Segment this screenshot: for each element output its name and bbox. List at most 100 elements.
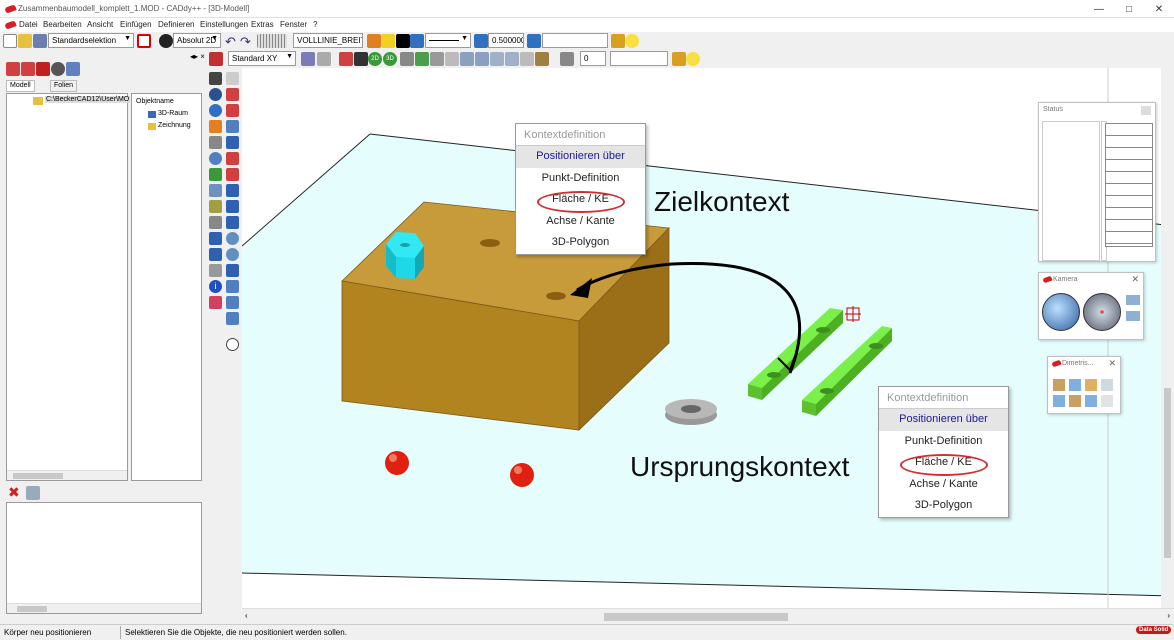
lightbulb-2-icon[interactable] — [686, 52, 700, 66]
menu-help[interactable]: ? — [313, 20, 317, 29]
tree-icon-5[interactable] — [66, 62, 80, 76]
properties-icon[interactable] — [26, 486, 40, 500]
tool-d-icon[interactable] — [226, 152, 239, 165]
sphere-icon[interactable] — [209, 88, 222, 101]
sphere-2[interactable] — [510, 463, 534, 487]
panel-pin-icon[interactable]: ◂▸ × — [190, 52, 205, 61]
object-3d-raum[interactable]: 3D-Raum — [158, 110, 188, 117]
menu-item-3d-polygon[interactable]: 3D-Polygon — [516, 232, 645, 254]
pencil-icon[interactable] — [209, 120, 222, 133]
tool-s-icon[interactable] — [226, 312, 239, 325]
zoom-all-icon[interactable] — [490, 52, 504, 66]
tree-scrollbar[interactable] — [7, 470, 127, 480]
view-cube-5[interactable] — [1053, 395, 1065, 407]
sphere-1[interactable] — [385, 451, 409, 475]
tool-q-icon[interactable] — [226, 296, 239, 309]
tool-m-icon[interactable] — [226, 232, 239, 245]
dimetric-window[interactable]: Dimetris... ✕ — [1047, 356, 1121, 414]
dimetric-close-icon[interactable]: ✕ — [1108, 358, 1116, 369]
grid-icon[interactable] — [257, 34, 287, 48]
view-cube-4[interactable] — [1101, 379, 1113, 391]
view-3d-icon[interactable]: 3D — [383, 52, 397, 66]
color-palette-icon[interactable] — [381, 34, 395, 48]
camera-close-icon[interactable]: ✕ — [1131, 274, 1139, 285]
tool-e-icon[interactable] — [226, 168, 239, 181]
fill-color-swatch[interactable] — [560, 52, 574, 66]
remove-icon[interactable] — [226, 88, 239, 101]
pen-icon[interactable] — [209, 52, 223, 66]
tool-l-icon[interactable] — [209, 232, 222, 245]
menu-item-3d-polygon[interactable]: 3D-Polygon — [879, 495, 1008, 517]
redo-icon[interactable]: ↷ — [240, 34, 254, 49]
status-window[interactable]: Status — [1038, 102, 1156, 262]
menu-item-positionieren[interactable]: Positionieren über — [879, 409, 1008, 431]
tool-b-icon[interactable] — [226, 136, 239, 149]
tool-k-icon[interactable] — [226, 216, 239, 229]
menu-bearbeiten[interactable]: Bearbeiten — [43, 20, 82, 29]
menu-definieren[interactable]: Definieren — [158, 20, 194, 29]
minimize-icon[interactable]: — — [1084, 0, 1114, 18]
plane-select[interactable]: Standard XY ▼ — [228, 51, 296, 66]
status-close-icon[interactable] — [1141, 106, 1151, 115]
snap-icon[interactable] — [301, 52, 315, 66]
text-icon[interactable] — [209, 248, 222, 261]
circle-point-icon[interactable] — [226, 338, 239, 351]
zoom-window-icon[interactable] — [430, 52, 444, 66]
cursor-snap-icon[interactable] — [317, 52, 331, 66]
pan-hand-icon[interactable] — [445, 52, 459, 66]
view-cube-7[interactable] — [1085, 395, 1097, 407]
menu-datei[interactable]: Datei — [19, 20, 38, 29]
coord-mode-select[interactable]: Absolut 2D ▼ — [173, 33, 221, 48]
block-hole-2[interactable] — [546, 292, 566, 300]
tool-p-icon[interactable] — [226, 280, 239, 293]
menu-extras[interactable]: Extras — [251, 20, 274, 29]
tool-i-icon[interactable] — [226, 200, 239, 213]
measure-icon[interactable] — [354, 52, 368, 66]
tool-j-icon[interactable] — [209, 216, 222, 229]
new-file-icon[interactable] — [3, 34, 17, 48]
model-path[interactable]: C:\BeckerCAD12\User\MO — [45, 96, 131, 103]
tree-icon-2[interactable] — [21, 62, 35, 76]
layer-number-input[interactable]: 0 — [580, 51, 606, 66]
tree-icon-1[interactable] — [6, 62, 20, 76]
properties-panel[interactable] — [6, 502, 202, 614]
tool-o-icon[interactable] — [226, 264, 239, 277]
tool-n-icon[interactable] — [226, 248, 239, 261]
close-icon[interactable]: ✕ — [1144, 0, 1174, 18]
settings-icon[interactable] — [672, 52, 686, 66]
diamond-icon[interactable] — [226, 120, 239, 133]
scroll-right-icon[interactable]: › — [1167, 611, 1170, 620]
object-list-panel[interactable]: Objektname 3D-Raum Zeichnung — [131, 93, 202, 481]
delete-x-icon[interactable]: ✖ — [8, 484, 20, 501]
tree-icon-4[interactable] — [51, 62, 65, 76]
menu-item-positionieren[interactable]: Positionieren über — [516, 146, 645, 168]
nut-front[interactable] — [396, 257, 415, 279]
eraser-icon[interactable] — [209, 296, 222, 309]
view-cube-2[interactable] — [1069, 379, 1081, 391]
zoom-out-icon[interactable] — [475, 52, 489, 66]
linestyle-select[interactable]: ▼ — [425, 33, 471, 48]
view-cube-3[interactable] — [1085, 379, 1097, 391]
view-2d-icon[interactable]: 2D — [368, 52, 382, 66]
linetype-input[interactable]: VOLLLINIE_BREIT — [293, 33, 363, 48]
open-folder-icon[interactable] — [18, 34, 32, 48]
3d-viewport[interactable] — [242, 68, 1174, 608]
linewidth-input[interactable]: 0.500000 — [488, 33, 524, 48]
properties-scrollbar[interactable] — [7, 603, 201, 613]
camera-target-sphere[interactable] — [1083, 293, 1121, 331]
tool-f-icon[interactable] — [209, 184, 222, 197]
tool-g-icon[interactable] — [226, 184, 239, 197]
layer-stack-icon[interactable] — [527, 34, 541, 48]
object-zeichnung[interactable]: Zeichnung — [158, 122, 191, 129]
viewport-v-scrollbar[interactable] — [1161, 68, 1174, 608]
scroll-thumb[interactable] — [604, 613, 788, 621]
menu-fenster[interactable]: Fenster — [280, 20, 307, 29]
color-black-swatch[interactable] — [396, 34, 410, 48]
maximize-icon[interactable]: □ — [1114, 0, 1144, 18]
layer-settings-icon[interactable] — [611, 34, 625, 48]
value-input[interactable] — [610, 51, 668, 66]
zoom-in-icon[interactable] — [460, 52, 474, 66]
redraw-icon[interactable] — [520, 52, 534, 66]
menu-item-achse-kante[interactable]: Achse / Kante — [879, 474, 1008, 496]
layer-input[interactable] — [542, 33, 608, 48]
